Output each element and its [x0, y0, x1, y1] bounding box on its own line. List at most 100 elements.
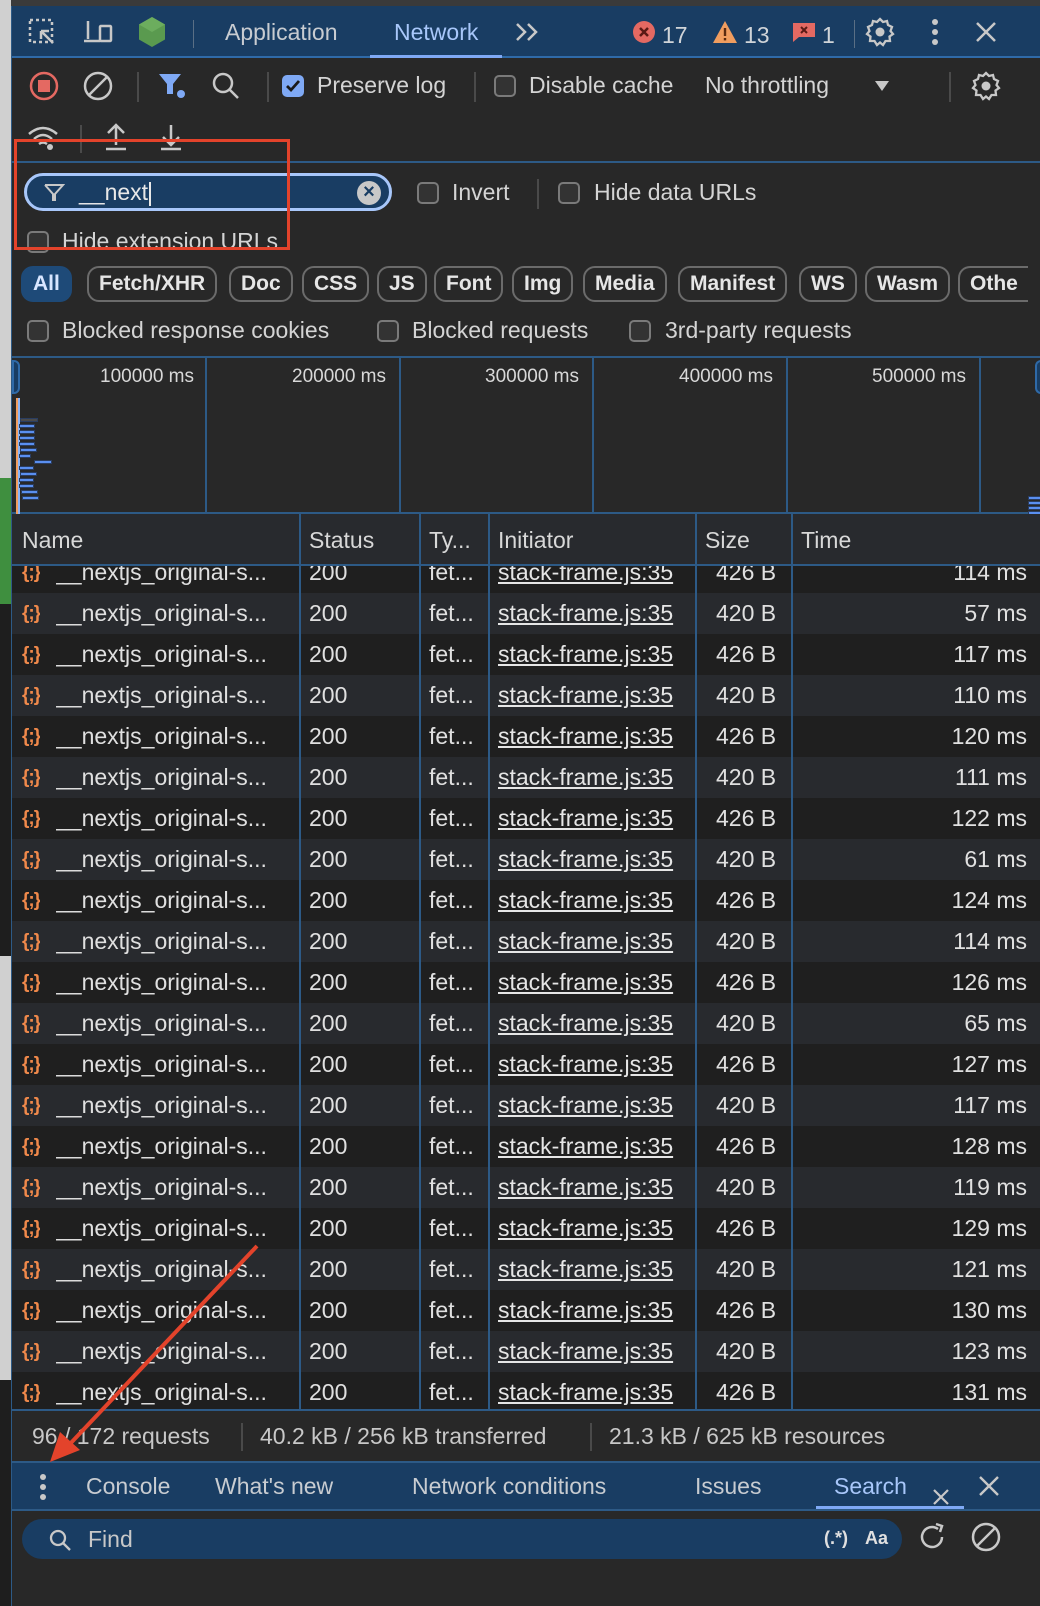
chip-media[interactable]: Media [583, 266, 667, 302]
find-input[interactable]: Find (.*) Aa [22, 1519, 902, 1559]
drawer-tab-whats-new[interactable]: What's new [215, 1463, 333, 1509]
preserve-log-checkbox[interactable] [282, 75, 304, 97]
request-initiator-link[interactable]: stack-frame.js:35 [498, 716, 694, 757]
disable-cache-checkbox[interactable] [494, 75, 516, 97]
table-row[interactable]: {;} __nextjs_original-s... 200 fet... stack-… [12, 716, 1040, 757]
warning-count-badge[interactable]: 13 [712, 20, 770, 50]
search-icon[interactable] [210, 70, 242, 102]
request-initiator-link[interactable]: stack-frame.js:35 [498, 1126, 694, 1167]
table-row[interactable]: {;} __nextjs_original-s... 200 fet... stack-… [12, 921, 1040, 962]
request-initiator-link[interactable]: stack-frame.js:35 [498, 1003, 694, 1044]
blocked-cookies-checkbox[interactable] [27, 320, 49, 342]
chip-doc[interactable]: Doc [229, 266, 293, 302]
column-divider[interactable] [299, 514, 301, 1409]
table-row[interactable]: {;} __nextjs_original-s... 200 fet... stack-… [12, 1208, 1040, 1249]
dropdown-arrow-icon[interactable] [872, 78, 892, 94]
clear-log-icon[interactable] [82, 70, 114, 102]
tab-network[interactable]: Network [370, 6, 503, 58]
overview-right-handle[interactable] [1035, 360, 1040, 394]
request-initiator-link[interactable]: stack-frame.js:35 [498, 798, 694, 839]
table-row[interactable]: {;} __nextjs_original-s... 200 fet... stack-… [12, 675, 1040, 716]
network-conditions-wifi-icon[interactable] [26, 122, 60, 152]
close-devtools-icon[interactable] [970, 16, 1002, 48]
request-initiator-link[interactable]: stack-frame.js:35 [498, 921, 694, 962]
chip-img[interactable]: Img [512, 266, 574, 302]
chip-all[interactable]: All [21, 266, 72, 302]
column-divider[interactable] [488, 514, 490, 1409]
drawer-tab-search[interactable]: Search [816, 1463, 964, 1509]
drawer-tab-issues[interactable]: Issues [695, 1463, 761, 1509]
import-har-icon[interactable] [102, 120, 130, 154]
request-initiator-link[interactable]: stack-frame.js:35 [498, 1372, 694, 1409]
table-row[interactable]: {;} __nextjs_original-s... 200 fet... stack-… [12, 1331, 1040, 1372]
chip-font[interactable]: Font [434, 266, 504, 302]
request-initiator-link[interactable]: stack-frame.js:35 [498, 1290, 694, 1331]
request-initiator-link[interactable]: stack-frame.js:35 [498, 675, 694, 716]
column-divider[interactable] [791, 514, 793, 1409]
error-count-badge[interactable]: 17 [632, 20, 688, 50]
chip-wasm[interactable]: Wasm [865, 266, 951, 302]
request-initiator-link[interactable]: stack-frame.js:35 [498, 1044, 694, 1085]
request-initiator-link[interactable]: stack-frame.js:35 [498, 593, 694, 634]
inspect-element-icon[interactable] [26, 16, 58, 48]
request-initiator-link[interactable]: stack-frame.js:35 [498, 962, 694, 1003]
column-divider[interactable] [419, 514, 421, 1409]
hide-data-urls-checkbox[interactable] [558, 182, 580, 204]
clear-filter-icon[interactable]: × [357, 181, 381, 205]
invert-checkbox[interactable] [417, 182, 439, 204]
table-row[interactable]: {;} __nextjs_original-s... 200 fet... stack-… [12, 593, 1040, 634]
issues-count-badge[interactable]: 1 [792, 20, 835, 50]
request-initiator-link[interactable]: stack-frame.js:35 [498, 880, 694, 921]
table-row[interactable]: {;} __nextjs_original-s... 200 fet... stack-… [12, 634, 1040, 675]
chevron-double-right-icon[interactable] [512, 16, 544, 48]
clear-search-icon[interactable] [970, 1521, 1002, 1558]
third-party-checkbox[interactable] [629, 320, 651, 342]
more-options-icon[interactable] [919, 16, 951, 48]
hide-extension-urls-checkbox[interactable] [27, 231, 49, 253]
regex-toggle[interactable]: (.*) [824, 1528, 848, 1549]
match-case-toggle[interactable]: Aa [865, 1528, 888, 1549]
column-header-type[interactable]: Ty... [419, 514, 471, 566]
table-row[interactable]: {;} __nextjs_original-s... 200 fet... stack-… [12, 1126, 1040, 1167]
request-initiator-link[interactable]: stack-frame.js:35 [498, 1249, 694, 1290]
drawer-tab-network-conditions[interactable]: Network conditions [412, 1463, 606, 1509]
throttling-select[interactable]: No throttling [705, 72, 829, 99]
filter-icon[interactable] [157, 70, 189, 102]
refresh-icon[interactable] [916, 1521, 948, 1558]
table-row[interactable]: {;} __nextjs_original-s... 200 fet... stack-… [12, 839, 1040, 880]
table-row[interactable]: {;} __nextjs_original-s... 200 fet... stack-… [12, 1290, 1040, 1331]
drawer-tab-console[interactable]: Console [86, 1463, 170, 1509]
export-har-icon[interactable] [157, 120, 185, 154]
chip-fetch-xhr[interactable]: Fetch/XHR [87, 266, 218, 302]
stop-recording-icon[interactable] [28, 70, 60, 102]
column-header-time[interactable]: Time [791, 514, 851, 566]
overview-left-handle[interactable] [12, 360, 20, 394]
network-settings-gear-icon[interactable] [970, 70, 1002, 102]
column-header-initiator[interactable]: Initiator [488, 514, 573, 566]
chip-js[interactable]: JS [377, 266, 427, 302]
device-toolbar-icon[interactable] [82, 16, 114, 48]
chip-css[interactable]: CSS [302, 266, 370, 302]
column-divider[interactable] [695, 514, 697, 1409]
column-header-name[interactable]: Name [12, 514, 83, 566]
table-row[interactable]: {;} __nextjs_original-s... 200 fet... stack-… [12, 1249, 1040, 1290]
chip-manifest[interactable]: Manifest [678, 266, 788, 302]
nodejs-icon[interactable] [136, 16, 168, 48]
request-initiator-link[interactable]: stack-frame.js:35 [498, 1208, 694, 1249]
table-row[interactable]: {;} __nextjs_original-s... 200 fet... stack-… [12, 1372, 1040, 1409]
timeline-overview[interactable]: 100000 ms 200000 ms 300000 ms 400000 ms … [12, 356, 1040, 515]
column-header-size[interactable]: Size [695, 514, 750, 566]
drawer-menu-icon[interactable] [38, 1473, 48, 1506]
table-row[interactable]: {;} __nextjs_original-s... 200 fet... stack-… [12, 1003, 1040, 1044]
request-initiator-link[interactable]: stack-frame.js:35 [498, 1085, 694, 1126]
request-initiator-link[interactable]: stack-frame.js:35 [498, 1167, 694, 1208]
request-initiator-link[interactable]: stack-frame.js:35 [498, 757, 694, 798]
table-row[interactable]: {;} __nextjs_original-s... 200 fet... stack-… [12, 880, 1040, 921]
chip-ws[interactable]: WS [799, 266, 857, 302]
request-initiator-link[interactable]: stack-frame.js:35 [498, 634, 694, 675]
table-row[interactable]: {;} __nextjs_original-s... 200 fet... stack-… [12, 1167, 1040, 1208]
table-row[interactable]: {;} __nextjs_original-s... 200 fet... stack-… [12, 962, 1040, 1003]
chip-other[interactable]: Othe [958, 266, 1028, 302]
request-initiator-link[interactable]: stack-frame.js:35 [498, 1331, 694, 1372]
table-row[interactable]: {;} __nextjs_original-s... 200 fet... stack-… [12, 798, 1040, 839]
